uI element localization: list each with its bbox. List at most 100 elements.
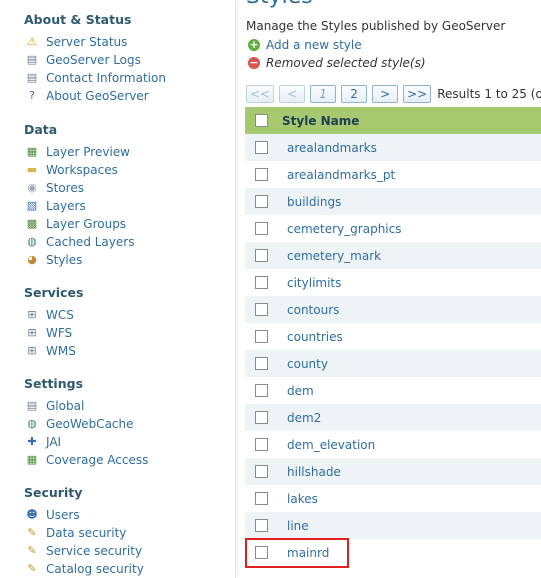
sidebar-item-label: WFS: [46, 326, 73, 340]
row-checkbox[interactable]: [255, 141, 268, 154]
settings-doc-icon: ▤: [26, 399, 38, 412]
style-name-link[interactable]: cemetery_mark: [287, 249, 381, 263]
help-icon: ?: [29, 89, 35, 102]
sidebar-item-cached-layers[interactable]: ◍ Cached Layers: [24, 233, 224, 251]
style-name-link[interactable]: dem_elevation: [287, 438, 375, 452]
sidebar-item-catalog-security[interactable]: ✎ Catalog security: [24, 560, 224, 578]
first-page-button[interactable]: <<: [246, 85, 275, 103]
sidebar-item-data-security[interactable]: ✎ Data security: [24, 524, 224, 542]
globe-icon: ◍: [27, 417, 37, 430]
table-row: dem: [245, 377, 541, 404]
sidebar-item-label: Layer Groups: [46, 217, 127, 231]
sidebar-section-title: Settings: [24, 376, 84, 391]
key-icon: ✎: [27, 544, 37, 557]
sidebar-item-workspaces[interactable]: ▬ Workspaces: [24, 161, 224, 179]
table-body: arealandmarks arealandmarks_pt buildings ce…: [245, 134, 541, 566]
row-checkbox[interactable]: [255, 276, 268, 289]
sidebar-item-server-status[interactable]: ⚠ Server Status: [24, 33, 224, 51]
sidebar-section-0: About & Status ⚠ Server Status ▤ GeoServer L…: [24, 12, 224, 105]
sidebar: About & Status ⚠ Server Status ▤ GeoServer L…: [0, 0, 236, 578]
row-checkbox[interactable]: [255, 384, 268, 397]
add-icon: +: [248, 38, 260, 51]
select-all-checkbox[interactable]: [255, 114, 268, 127]
style-name-link[interactable]: lakes: [287, 492, 318, 506]
sidebar-item-geowebcache[interactable]: ◍ GeoWebCache: [24, 415, 224, 433]
last-page-button[interactable]: >>: [403, 85, 432, 103]
style-name-link[interactable]: line: [287, 519, 309, 533]
sidebar-item-geoserver-logs[interactable]: ▤ GeoServer Logs: [24, 51, 224, 69]
sidebar-item-layers[interactable]: ▧ Layers: [24, 197, 224, 215]
style-name-link[interactable]: arealandmarks_pt: [287, 168, 395, 182]
sidebar-item-label: Styles: [46, 253, 83, 267]
row-checkbox[interactable]: [255, 222, 268, 235]
sidebar-item-layer-groups[interactable]: ▩ Layer Groups: [24, 215, 224, 233]
page-1-button[interactable]: 1: [310, 85, 337, 103]
next-page-button[interactable]: >: [372, 85, 399, 103]
sidebar-item-global[interactable]: ▤ Global: [24, 397, 224, 415]
page-2-button[interactable]: 2: [341, 85, 368, 103]
style-name-link[interactable]: countries: [287, 330, 343, 344]
sidebar-item-coverage-access[interactable]: ▦ Coverage Access: [24, 451, 224, 469]
style-name-link[interactable]: hillshade: [287, 465, 341, 479]
sidebar-item-wfs[interactable]: ⊞ WFS: [24, 324, 224, 342]
sidebar-section-title: Data: [24, 122, 58, 137]
table-header: Style Name: [245, 107, 541, 134]
table-row: citylimits: [245, 269, 541, 296]
table-row: cemetery_mark: [245, 242, 541, 269]
row-checkbox[interactable]: [255, 330, 268, 343]
style-name-link[interactable]: contours: [287, 303, 339, 317]
sidebar-item-label: GeoServer Logs: [46, 53, 141, 67]
sidebar-item-label: Layer Preview: [46, 145, 130, 159]
sidebar-section-4: Security ☻ Users ✎ Data security ✎ Service sec…: [24, 485, 224, 578]
row-checkbox[interactable]: [255, 357, 268, 370]
page-description: Manage the Styles published by GeoServer: [246, 19, 506, 33]
sidebar-item-label: WMS: [46, 344, 76, 358]
row-checkbox[interactable]: [255, 249, 268, 262]
sidebar-item-contact-information[interactable]: ▤ Contact Information: [24, 69, 224, 87]
style-name-link[interactable]: buildings: [287, 195, 341, 209]
sidebar-item-jai[interactable]: ✚ JAI: [24, 433, 224, 451]
style-name-link[interactable]: county: [287, 357, 328, 371]
sidebar-item-label: Server Status: [46, 35, 128, 49]
layer-icon: ▧: [26, 199, 38, 212]
remove-icon: −: [248, 56, 260, 69]
sidebar-item-users[interactable]: ☻ Users: [24, 506, 224, 524]
style-name-link[interactable]: cemetery_graphics: [287, 222, 402, 236]
sidebar-item-wcs[interactable]: ⊞ WCS: [24, 306, 224, 324]
style-name-link[interactable]: citylimits: [287, 276, 341, 290]
warning-icon: ⚠: [27, 35, 37, 48]
document-icon: ▤: [26, 53, 38, 66]
sidebar-section-1: Data ▦ Layer Preview ▬ Workspaces ◉ Stores ▧ Lay…: [24, 122, 224, 269]
sidebar-section-title: Services: [24, 285, 84, 300]
row-checkbox[interactable]: [255, 519, 268, 532]
style-name-link[interactable]: arealandmarks: [287, 141, 377, 155]
sidebar-item-styles[interactable]: ◕ Styles: [24, 251, 224, 269]
style-name-link[interactable]: dem: [287, 384, 314, 398]
database-icon: ◉: [27, 181, 37, 194]
sidebar-item-label: Data security: [46, 526, 127, 540]
add-style-link[interactable]: + Add a new style: [248, 38, 362, 52]
style-name-column-header[interactable]: Style Name: [282, 114, 359, 128]
remove-styles-link[interactable]: − Removed selected style(s): [248, 56, 426, 70]
sidebar-item-service-security[interactable]: ✎ Service security: [24, 542, 224, 560]
row-checkbox[interactable]: [255, 438, 268, 451]
row-checkbox[interactable]: [255, 195, 268, 208]
sidebar-item-layer-preview[interactable]: ▦ Layer Preview: [24, 143, 224, 161]
sidebar-item-stores[interactable]: ◉ Stores: [24, 179, 224, 197]
jai-icon: ✚: [27, 435, 37, 448]
service-icon: ⊞: [27, 344, 37, 357]
sidebar-item-wms[interactable]: ⊞ WMS: [24, 342, 224, 360]
sidebar-item-about-geoserver[interactable]: ? About GeoServer: [24, 87, 224, 105]
highlight-box: [245, 538, 349, 568]
styles-table: Style Name arealandmarks arealandmarks_pt…: [245, 107, 541, 566]
sidebar-item-label: Cached Layers: [46, 235, 135, 249]
style-name-link[interactable]: dem2: [287, 411, 321, 425]
row-checkbox[interactable]: [255, 411, 268, 424]
row-checkbox[interactable]: [255, 492, 268, 505]
row-checkbox[interactable]: [255, 465, 268, 478]
prev-page-button[interactable]: <: [279, 85, 306, 103]
row-checkbox[interactable]: [255, 168, 268, 181]
remove-styles-label: Removed selected style(s): [266, 56, 426, 70]
row-checkbox[interactable]: [255, 303, 268, 316]
folder-icon: ▬: [26, 163, 38, 176]
